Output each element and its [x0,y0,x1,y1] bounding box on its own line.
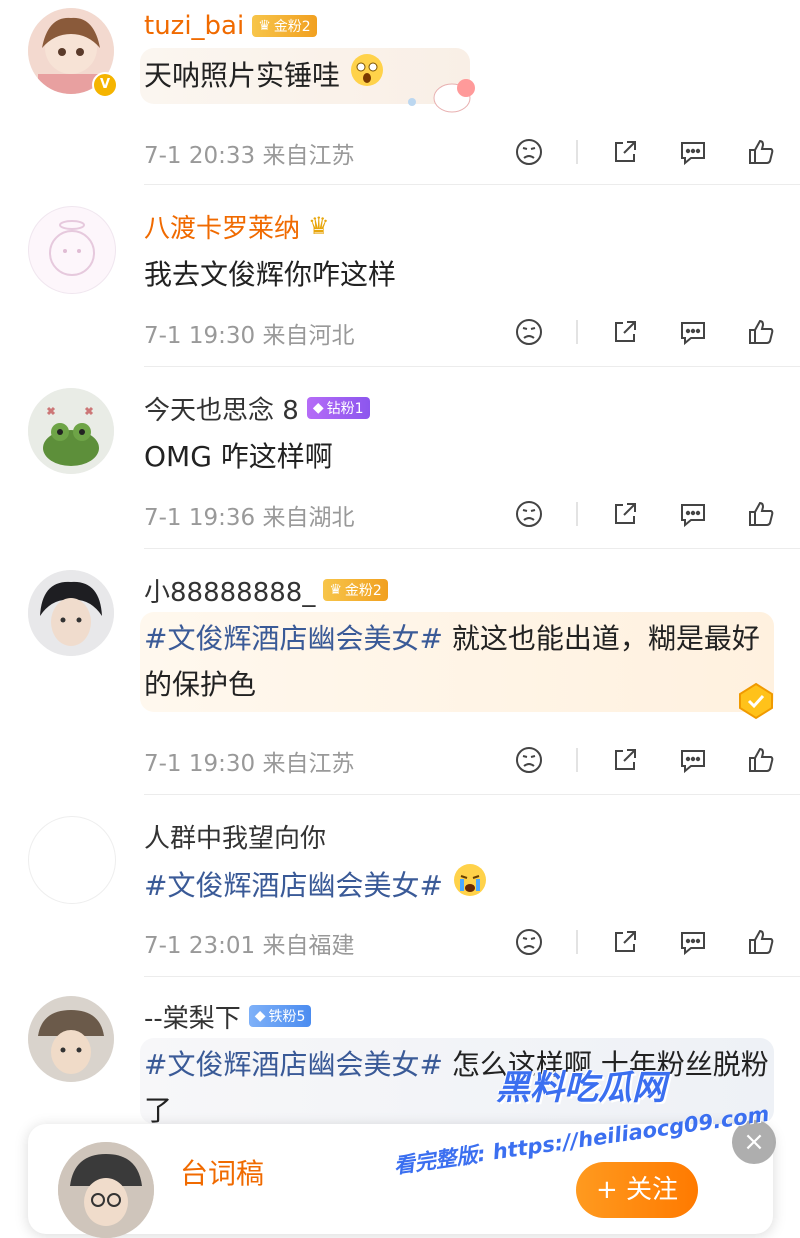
topic-tag[interactable]: #文俊辉酒店幽会美女# [144,622,443,655]
username[interactable]: 今天也思念 8 [144,390,299,427]
username[interactable]: 小88888888_ [144,572,315,609]
share-icon[interactable] [606,132,644,172]
comment-meta: 7-1 19:36 来自湖北 [144,505,355,531]
share-icon[interactable] [606,494,644,534]
comment-meta: 7-1 23:01 来自福建 [144,933,355,959]
username[interactable]: 人群中我望向你 [144,818,326,855]
share-icon[interactable] [606,312,644,352]
divider [144,976,800,977]
diamond-icon: ◆ [254,1008,266,1024]
surprised-emoji-icon [349,52,385,102]
comment-meta: 7-1 20:33 来自江苏 [144,143,355,169]
comment-meta: 7-1 19:30 来自河北 [144,323,355,349]
share-icon[interactable] [606,740,644,780]
avatar[interactable] [28,388,114,474]
crown-icon: ♛ [329,582,342,598]
crying-emoji-icon [452,862,488,912]
username[interactable]: --棠梨下 [144,998,241,1035]
topic-tag[interactable]: #文俊辉酒店幽会美女# [144,869,443,902]
divider [576,320,578,344]
comment-icon[interactable] [674,132,712,172]
dislike-icon[interactable] [510,132,548,172]
medal-sticker-icon [732,680,780,724]
comment-text: #文俊辉酒店幽会美女# 就这也能出道，糊是最好的保护色 [144,622,760,701]
comment-text: #文俊辉酒店幽会美女# 怎么这样啊 十年粉丝脱粉了 [144,1048,769,1127]
dislike-icon[interactable] [510,312,548,352]
avatar[interactable] [28,816,116,904]
dislike-icon[interactable] [510,740,548,780]
username[interactable]: tuzi_bai [144,11,244,41]
popup-username[interactable]: 台词稿 [180,1152,264,1192]
close-icon[interactable]: × [732,1120,776,1164]
avatar[interactable] [28,570,114,656]
divider [576,502,578,526]
like-icon[interactable] [742,132,780,172]
verified-badge-icon: V [92,72,118,98]
follow-button[interactable]: + 关注 [576,1162,698,1218]
share-icon[interactable] [606,922,644,962]
comment-meta: 7-1 19:30 来自江苏 [144,751,355,777]
divider [144,794,800,795]
divider [576,930,578,954]
avatar[interactable] [28,206,116,294]
comment-text: 我去文俊辉你咋这样 [144,258,397,291]
crown-icon: ♛ [258,18,271,34]
divider [144,366,800,367]
comment-text: #文俊辉酒店幽会美女# [144,862,774,912]
like-icon[interactable] [742,312,780,352]
comment-icon[interactable] [674,494,712,534]
diamond-icon: ◆ [312,400,324,416]
divider [576,140,578,164]
comment-icon[interactable] [674,922,712,962]
fan-badge: ♛ 金粉2 [252,15,317,37]
divider [144,184,800,185]
fan-badge: ♛ 金粉2 [323,579,388,601]
avatar[interactable] [58,1142,154,1238]
username[interactable]: 八渡卡罗莱纳 [144,208,300,245]
comment-icon[interactable] [674,740,712,780]
dislike-icon[interactable] [510,494,548,534]
topic-tag[interactable]: #文俊辉酒店幽会美女# [144,1048,443,1081]
divider [144,548,800,549]
comment-icon[interactable] [674,312,712,352]
crown-icon: ♛ [308,212,330,240]
follow-popup: 台词稿 + 关注 [28,1124,773,1238]
like-icon[interactable] [742,922,780,962]
dislike-icon[interactable] [510,922,548,962]
fan-badge: ◆ 铁粉5 [248,1005,312,1027]
comment-text: OMG 咋这样啊 [144,440,333,473]
like-icon[interactable] [742,494,780,534]
bunny-sticker-icon [402,76,480,120]
avatar[interactable] [28,996,114,1082]
like-icon[interactable] [742,740,780,780]
divider [576,748,578,772]
fan-badge: ◆ 钻粉1 [306,397,370,419]
